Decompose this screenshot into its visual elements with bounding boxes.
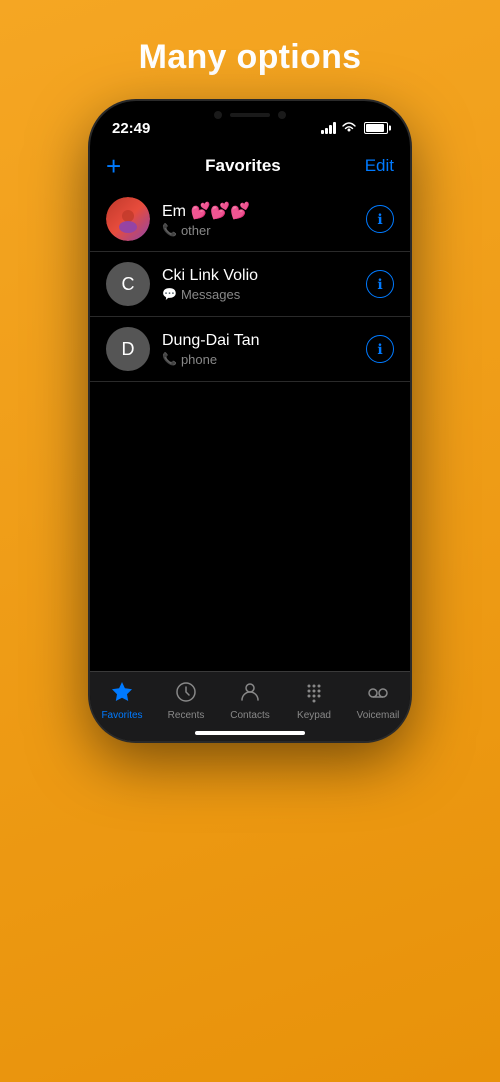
messages-icon: 💬 — [162, 287, 177, 301]
voicemail-icon — [366, 680, 390, 708]
contact-name-dung: Dung-Dai Tan — [162, 332, 366, 350]
add-favorite-button[interactable]: + — [106, 153, 121, 179]
contact-info-em: Em 💕💕💕 📞 other — [162, 201, 366, 238]
contact-sub-dung: 📞 phone — [162, 352, 366, 367]
recents-icon — [174, 680, 198, 708]
tab-recents[interactable]: Recents — [154, 680, 218, 721]
contact-info-cki: Cki Link Volio 💬 Messages — [162, 267, 366, 302]
notch-dot — [278, 111, 286, 119]
contacts-icon — [238, 680, 262, 708]
info-button-em[interactable]: ℹ — [366, 205, 394, 233]
contact-name-em: Em 💕💕💕 — [162, 201, 366, 221]
favorites-icon — [110, 680, 134, 708]
contact-item-dung[interactable]: D Dung-Dai Tan 📞 phone ℹ — [90, 317, 410, 382]
contact-item-em[interactable]: Em 💕💕💕 📞 other ℹ — [90, 187, 410, 252]
tab-label-keypad: Keypad — [297, 710, 331, 721]
contact-sub-label-dung: phone — [181, 352, 217, 367]
tab-label-recents: Recents — [168, 710, 205, 721]
status-time: 22:49 — [112, 120, 150, 137]
edit-button[interactable]: Edit — [365, 156, 394, 176]
phone-shell: 22:49 + Favorites — [90, 101, 410, 741]
contact-sub-em: 📞 other — [162, 223, 366, 238]
tab-keypad[interactable]: Keypad — [282, 680, 346, 721]
contact-sub-label-em: other — [181, 223, 211, 238]
keypad-icon — [302, 680, 326, 708]
wifi-icon — [341, 121, 357, 136]
tab-label-contacts: Contacts — [230, 710, 269, 721]
battery-icon — [364, 122, 388, 134]
notch — [190, 101, 310, 129]
tab-favorites[interactable]: Favorites — [90, 680, 154, 721]
tab-contacts[interactable]: Contacts — [218, 680, 282, 721]
contact-info-dung: Dung-Dai Tan 📞 phone — [162, 332, 366, 367]
home-indicator — [195, 731, 305, 735]
signal-icon — [321, 122, 336, 134]
avatar-letter-dung: D — [122, 339, 135, 360]
page-title: Many options — [139, 38, 362, 77]
tab-label-voicemail: Voicemail — [357, 710, 400, 721]
notch-line — [230, 113, 270, 117]
phone-icon-dung: 📞 — [162, 352, 177, 366]
avatar-dung: D — [106, 327, 150, 371]
contact-item-cki[interactable]: C Cki Link Volio 💬 Messages ℹ — [90, 252, 410, 317]
notch-dot — [214, 111, 222, 119]
phone-icon: 📞 — [162, 223, 177, 237]
avatar-em — [106, 197, 150, 241]
info-button-cki[interactable]: ℹ — [366, 270, 394, 298]
tab-voicemail[interactable]: Voicemail — [346, 680, 410, 721]
tab-label-favorites: Favorites — [101, 710, 142, 721]
screen: 22:49 + Favorites — [90, 101, 410, 741]
contact-list: Em 💕💕💕 📞 other ℹ C Cki Link Volio 💬 — [90, 187, 410, 671]
nav-bar: + Favorites Edit — [90, 145, 410, 187]
avatar-letter-cki: C — [122, 274, 135, 295]
battery-fill — [366, 124, 384, 132]
info-button-dung[interactable]: ℹ — [366, 335, 394, 363]
status-icons — [321, 121, 388, 136]
contact-name-cki: Cki Link Volio — [162, 267, 366, 285]
contact-sub-cki: 💬 Messages — [162, 287, 366, 302]
contact-sub-label-cki: Messages — [181, 287, 240, 302]
nav-title: Favorites — [205, 156, 281, 176]
avatar-cki: C — [106, 262, 150, 306]
